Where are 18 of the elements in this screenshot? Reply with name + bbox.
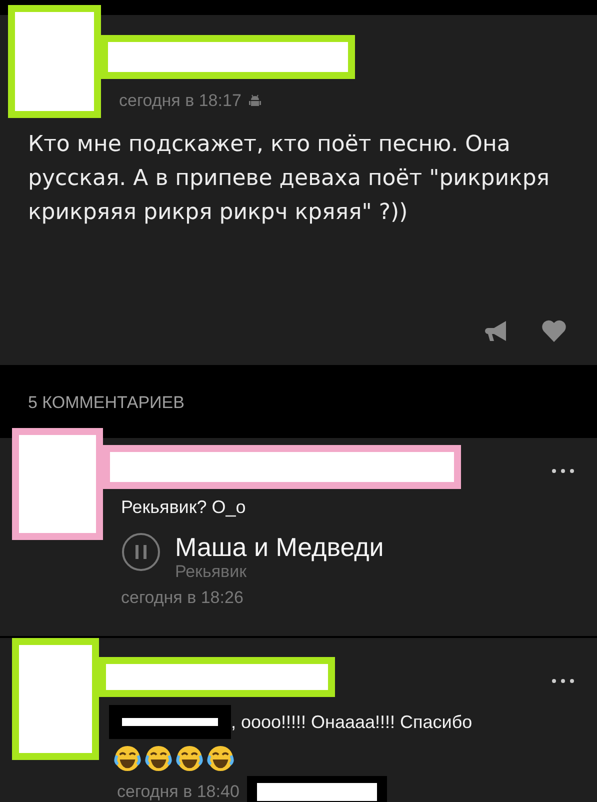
track-title: Маша и Медведи <box>175 532 384 562</box>
more-icon[interactable] <box>551 678 575 684</box>
android-icon <box>249 94 262 108</box>
more-icon[interactable] <box>551 468 575 474</box>
comment-text: , оооо!!!!! Онаааа!!!! Спасибо <box>231 712 472 732</box>
comment-text: Рекьявик? О_о <box>121 497 246 518</box>
laughing-emoji-icon <box>114 745 141 772</box>
comment-time: сегодня в 18:26 <box>121 588 244 608</box>
laughing-emoji-icon <box>145 745 172 772</box>
laughing-emoji-icon <box>207 745 234 772</box>
post-time: сегодня в 18:17 <box>119 91 242 111</box>
laughing-emoji-icon <box>176 745 203 772</box>
track-artist: Рекьявик <box>175 562 248 582</box>
comment-time: сегодня в 18:40 <box>117 782 240 802</box>
pause-button-icon[interactable] <box>121 532 161 572</box>
post-text: Кто мне подскажет, кто поёт песню. Она русская. А в припеве деваха поёт "рикрикря крикряяя рикря рикрч кряяя" ?)) <box>27 131 551 227</box>
heart-icon[interactable] <box>541 319 567 343</box>
comments-count: 5 КОММЕНТАРИЕВ <box>27 392 186 414</box>
